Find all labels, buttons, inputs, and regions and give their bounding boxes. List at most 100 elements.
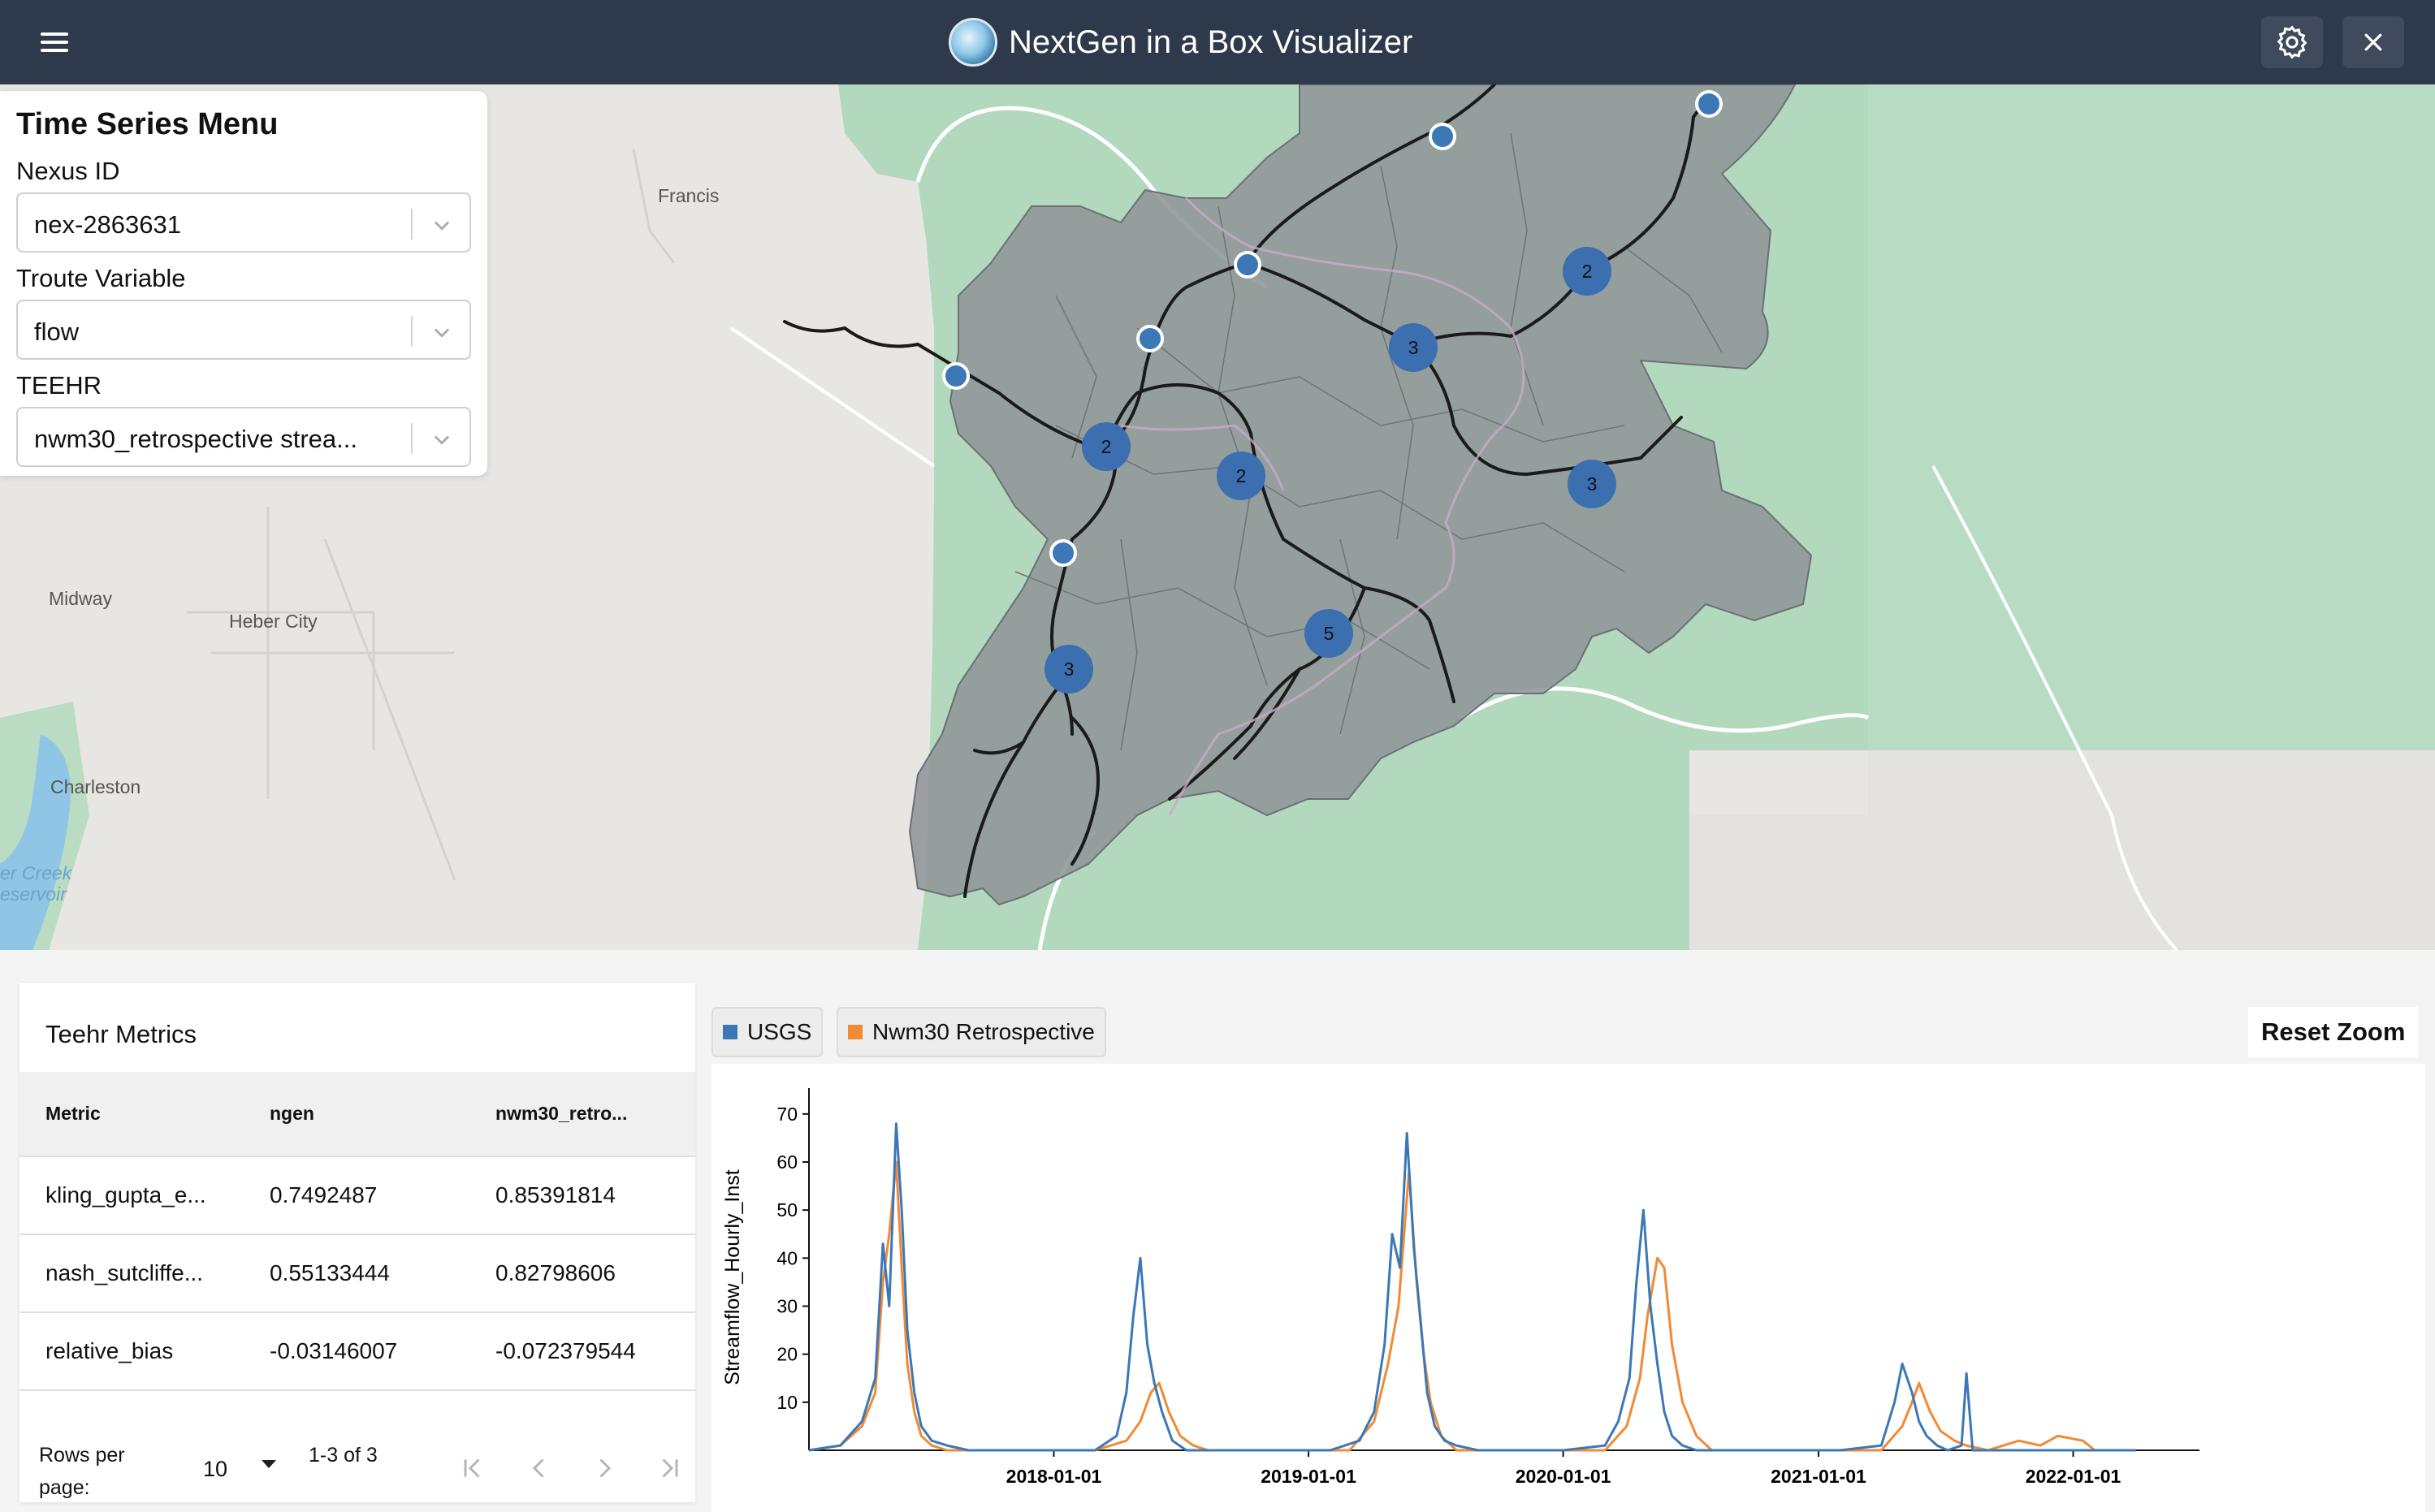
next-page-icon[interactable] [590,1454,619,1483]
column-header-ngen[interactable]: ngen [244,1072,469,1157]
place-label-midway: Midway [49,588,112,609]
table-row[interactable]: nash_sutcliffe... 0.55133444 0.82798606 [19,1234,695,1313]
cluster-marker[interactable]: 3 [1044,645,1093,693]
app-title-group: NextGen in a Box Visualizer [949,16,1412,68]
streamflow-chart[interactable]: 10 20 30 40 50 60 70 2018-01-01 2019-01-01 2020-0… [711,1064,2425,1512]
rows-per-page-label: Rows per page: [39,1444,125,1499]
chevron-down-icon[interactable] [430,428,453,451]
series-line-usgs [808,1122,2136,1452]
table-cell: -0.03146007 [244,1312,469,1391]
teehr-value: nwm30_retrospective strea... [34,425,358,453]
select-separator [411,423,413,454]
chevron-down-icon[interactable] [430,321,453,343]
metrics-table: Metric ngen nwm30_retro... kling_gupta_e… [19,1072,695,1391]
place-label-reservoir: eservoir [0,883,67,905]
reset-zoom-button[interactable]: Reset Zoom [2248,1007,2419,1057]
chart-panel: USGS Nwm30 Retrospective Reset Zoom 10 20… [711,974,2435,1512]
table-cell: 0.82798606 [469,1234,695,1313]
chart-area[interactable]: 10 20 30 40 50 60 70 2018-01-01 2019-01-01 2020-0… [711,1064,2425,1512]
y-tick-label: 20 [776,1344,798,1365]
y-tick-label: 70 [776,1104,798,1125]
app-logo [949,18,997,67]
select-separator [411,209,413,240]
cluster-marker[interactable]: 3 [1568,460,1616,508]
caret-down-icon [262,1460,276,1468]
table-cell: 0.55133444 [244,1234,469,1313]
metrics-title: Teehr Metrics [45,1020,197,1048]
page-range: 1-3 of 3 [309,1444,378,1467]
table-cell: -0.072379544 [469,1312,695,1391]
table-cell: 0.85391814 [469,1156,695,1235]
troute-variable-select[interactable]: flow [16,300,471,360]
place-label-charleston: Charleston [50,776,141,797]
y-tick-label: 30 [776,1296,798,1317]
select-separator [411,316,413,347]
table-row[interactable]: relative_bias -0.03146007 -0.072379544 [19,1312,695,1391]
y-axis-label: Streamflow_Hourly_Inst [721,1169,744,1385]
land-parcel [1689,815,1868,950]
table-row[interactable]: kling_gupta_e... 0.7492487 0.85391814 [19,1156,695,1235]
legend-label-usgs: USGS [747,1019,812,1044]
y-tick-label: 10 [776,1392,798,1413]
forest-area [1868,84,2435,750]
y-tick-label: 50 [776,1199,798,1220]
cluster-count: 3 [1586,473,1598,495]
road [187,507,456,881]
x-tick-label: 2020-01-01 [1516,1466,1611,1487]
rows-per-page-select[interactable]: 10 [203,1457,276,1482]
cluster-marker[interactable]: 3 [1389,323,1438,372]
table-header-row: Metric ngen nwm30_retro... [19,1072,695,1157]
settings-button[interactable] [2261,16,2323,68]
nexus-id-label: Nexus ID [16,157,120,185]
teehr-metrics-panel: Teehr Metrics Metric ngen nwm30_retro...… [19,983,695,1502]
cluster-marker[interactable]: 5 [1304,609,1353,658]
legend-toggle-usgs[interactable]: USGS [711,1007,824,1057]
gear-icon [2277,25,2307,59]
place-label-heber-city: Heber City [229,611,318,632]
table-cell: nash_sutcliffe... [19,1234,244,1313]
troute-variable-label: Troute Variable [16,264,186,292]
x-tick-label: 2018-01-01 [1006,1466,1102,1487]
column-header-metric[interactable]: Metric [19,1072,244,1157]
cluster-marker[interactable]: 2 [1217,451,1265,500]
place-label-francis: Francis [658,185,720,206]
chevron-down-icon[interactable] [430,214,453,236]
cluster-marker[interactable]: 2 [1563,247,1611,296]
cluster-count: 5 [1323,622,1334,644]
table-cell: kling_gupta_e... [19,1156,244,1235]
legend-toggle-nwm30[interactable]: Nwm30 Retrospective [837,1007,1106,1057]
table-cell: relative_bias [19,1312,244,1391]
ts-menu-title: Time Series Menu [16,107,279,141]
cluster-count: 2 [1235,464,1247,486]
legend-label-nwm30: Nwm30 Retrospective [872,1019,1095,1044]
time-series-menu: Time Series Menu Nexus ID nex-2863631 Tr… [0,91,487,476]
legend-swatch-nwm30 [848,1025,863,1039]
nexus-id-value: nex-2863631 [34,210,181,239]
cluster-count: 3 [1408,336,1419,358]
bottom-panel: Teehr Metrics Metric ngen nwm30_retro...… [0,950,2435,1512]
table-pagination: Rows per page: 10 1-3 of 3 [19,1421,695,1502]
road [729,326,936,468]
troute-variable-value: flow [34,318,80,346]
nexus-id-select[interactable]: nex-2863631 [16,192,471,253]
cluster-marker[interactable]: 2 [1082,422,1131,471]
close-button[interactable] [2342,16,2404,68]
x-tick-label: 2021-01-01 [1771,1466,1866,1487]
teehr-select[interactable]: nwm30_retrospective strea... [16,407,471,467]
hamburger-menu-icon[interactable] [32,23,78,62]
app-title: NextGen in a Box Visualizer [1009,24,1413,60]
x-tick-label: 2022-01-01 [2026,1466,2121,1487]
previous-page-icon[interactable] [525,1454,554,1483]
last-page-icon[interactable] [655,1454,684,1483]
teehr-label: TEEHR [16,371,102,400]
column-header-nwm30[interactable]: nwm30_retro... [469,1072,695,1157]
table-cell: 0.7492487 [244,1156,469,1235]
x-tick-label: 2019-01-01 [1261,1466,1356,1487]
legend-swatch-usgs [723,1025,737,1039]
cluster-count: 2 [1101,435,1112,457]
y-tick-label: 40 [776,1247,798,1268]
first-page-icon[interactable] [458,1454,487,1483]
app-header: NextGen in a Box Visualizer [0,0,2435,84]
place-label-creek: er Creek [0,862,72,883]
close-icon [2364,33,2382,51]
